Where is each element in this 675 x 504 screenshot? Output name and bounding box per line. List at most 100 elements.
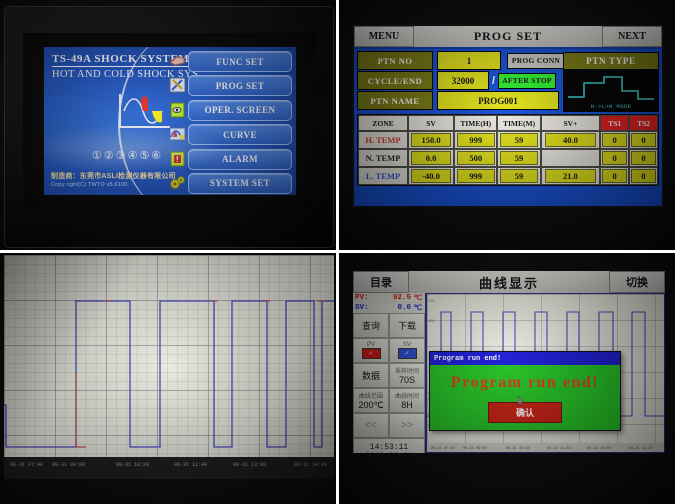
x-tick-label: 08-31 13:00 [233, 462, 267, 468]
curve-time-field[interactable]: 曲线时间 8H [389, 388, 425, 413]
cell-sv[interactable]: 150.0 [407, 131, 455, 149]
program-end-dialog: Program run end! Program run end! 确认 [429, 351, 621, 431]
panel-hmi-main-menu: TS-49A SHOCK SYSTEM HOT AND COLD SHOCK S… [0, 0, 336, 250]
curve-time-value: 8H [401, 400, 413, 410]
cell-ts1[interactable]: 0 [600, 131, 630, 149]
table-row: H. TEMP 150.0 999 59 40.0 0 0 [358, 131, 658, 149]
cell-ts2[interactable]: 0 [629, 131, 658, 149]
menu-button-oper-screen[interactable]: OPER. SCREEN [170, 99, 292, 121]
switch-button[interactable]: 切换 [609, 271, 665, 293]
document-alert-icon: ! [169, 151, 186, 167]
ptn-no-label: PTN NO [357, 51, 433, 70]
dialog-message: Program run end! [450, 374, 600, 391]
sv-key: SV: [355, 304, 369, 312]
menu-button-system-set[interactable]: SYSTEM SET [170, 172, 292, 194]
ptn-type-panel: PTN TYPE H->L+N MODE [563, 52, 659, 112]
screenshot-collage: TS-49A SHOCK SYSTEM HOT AND COLD SHOCK S… [0, 0, 675, 504]
cycle-end-label: CYCLE/END [357, 71, 433, 90]
after-stop-button[interactable]: AFTER STOP [498, 72, 557, 89]
sv-value: 0.0 [397, 304, 411, 312]
cycle-separator: / [492, 74, 496, 87]
cell-ts2[interactable]: 0 [629, 167, 658, 185]
curve-range-field[interactable]: 曲线范围 200℃ [353, 388, 389, 413]
ptn-name-label: PTN NAME [357, 91, 433, 110]
cell-ts1[interactable]: 0 [600, 149, 630, 167]
x-tick-label: 08-31 14:20 [294, 462, 328, 468]
cell-time-h[interactable]: 999 [454, 167, 498, 185]
curve-range-label: 曲线范围 [358, 393, 383, 400]
download-button[interactable]: 下载 [389, 313, 425, 338]
next-button[interactable]: NEXT [602, 26, 662, 47]
menu-button[interactable]: MENU [354, 26, 414, 47]
x-tick-label: 08-31 10:20 [506, 447, 530, 451]
step-markers: ①②③④⑤⑥ [92, 150, 164, 162]
cell-sv[interactable]: 0.0 [407, 149, 455, 167]
ptn-name-value[interactable]: PROG001 [437, 91, 559, 110]
clock-time: 14:53:11 [369, 443, 409, 452]
cell-sv-plus[interactable] [540, 149, 601, 167]
trace-secondary [75, 373, 86, 448]
prog-conn-button[interactable]: PROG CONN [507, 52, 565, 69]
cell-time-h[interactable]: 500 [454, 149, 498, 167]
x-tick-label: 08-31 07:40 [10, 462, 44, 468]
pv-toggle[interactable]: PV ✓ [353, 338, 389, 363]
y-tick-label: 175 [428, 300, 435, 304]
cell-sv-plus[interactable]: 40.0 [540, 131, 601, 149]
menu-button-curve[interactable]: CURVE [169, 124, 292, 146]
catalog-button[interactable]: 目录 [353, 271, 409, 293]
wave-chart-icon [169, 126, 186, 142]
title-bar: MENU PROG SET NEXT [354, 26, 662, 49]
cell-time-h[interactable]: 999 [454, 131, 498, 149]
sv-toggle[interactable]: SV ✓ [389, 338, 425, 363]
sidebar-buttons: 查询 下载 PV ✓ SV ✓ 数据 采样时间 70S 曲线范围 200℃ 曲线… [353, 313, 425, 453]
ptn-no-value[interactable]: 1 [437, 51, 501, 70]
ptn-type-waveform: H->L+N MODE [563, 70, 659, 112]
x-tick-label: 08-31 11:40 [547, 447, 571, 451]
menu-label: ALARM [222, 154, 258, 165]
x-tick-label: 08-31 11:40 [174, 462, 208, 468]
cell-time-m[interactable]: 59 [497, 167, 541, 185]
clock-display: 14:53:11 2013-08-31 [353, 438, 425, 453]
chart-time-axis: 08-31 07:40 08-31 09:00 08-31 10:20 08-3… [4, 457, 334, 479]
cell-time-m[interactable]: 59 [497, 149, 541, 167]
curve-range-value: 200℃ [358, 399, 384, 410]
menu-button-func-set[interactable]: FUNC SET [169, 51, 292, 72]
query-button[interactable]: 查询 [353, 313, 389, 338]
x-tick-label: 08-31 10:20 [116, 462, 150, 468]
chart-time-axis: 08-31 07:40 08-31 09:00 08-31 10:20 08-3… [427, 443, 664, 452]
pencil-tools-icon [169, 77, 186, 93]
next-button[interactable]: >> [389, 413, 425, 438]
menu-label: CURVE [223, 129, 257, 140]
table-row: L. TEMP -40.0 999 59 21.0 0 0 [358, 167, 658, 185]
curve-time-label: 曲线时间 [394, 394, 419, 400]
chart-grid [4, 255, 334, 479]
data-button[interactable]: 数据 [353, 363, 389, 388]
cycle-end-value[interactable]: 32000 [437, 71, 489, 90]
panel-chart-recorder: 08-31 07:40 08-31 09:00 08-31 10:20 08-3… [0, 253, 336, 504]
sample-time-value: 70S [398, 375, 415, 385]
th-zone: ZONE [358, 115, 408, 131]
copyright-text: Copy right(C) TWTO v5.6100 [51, 182, 128, 188]
cell-sv-plus[interactable]: 21.0 [540, 167, 601, 185]
gears-icon [169, 175, 186, 191]
sample-time-label: 采样时间 [394, 369, 419, 375]
cell-sv[interactable]: -40.0 [407, 167, 455, 185]
svg-text:!: ! [175, 155, 180, 164]
x-tick-label: 08-31 13:00 [587, 447, 611, 451]
menu-label: SYSTEM SET [209, 178, 271, 189]
th-time-m: TIME(M) [497, 115, 541, 131]
chart-traces [4, 300, 334, 448]
cell-time-m[interactable]: 59 [497, 131, 541, 149]
menu-button-alarm[interactable]: ! ALARM [170, 148, 292, 170]
prev-button[interactable]: << [353, 413, 389, 438]
menu-button-prog-set[interactable]: PROG SET [169, 75, 292, 97]
menu-label: PROG SET [215, 80, 265, 91]
screen-body: PV: 92.5 ℃ SV: 0.0 ℃ 查询 下载 PV ✓ SV ✓ 数据 … [353, 293, 665, 453]
sample-time-field[interactable]: 采样时间 70S [389, 363, 425, 388]
ptn-type-mode-label: H->L+N MODE [590, 103, 632, 110]
cell-ts2[interactable]: 0 [629, 149, 658, 167]
dialog-confirm-button[interactable]: 确认 [488, 402, 562, 423]
sv-check-icon: ✓ [397, 348, 417, 359]
dialog-titlebar: Program run end! [430, 352, 620, 365]
cell-ts1[interactable]: 0 [600, 167, 630, 185]
